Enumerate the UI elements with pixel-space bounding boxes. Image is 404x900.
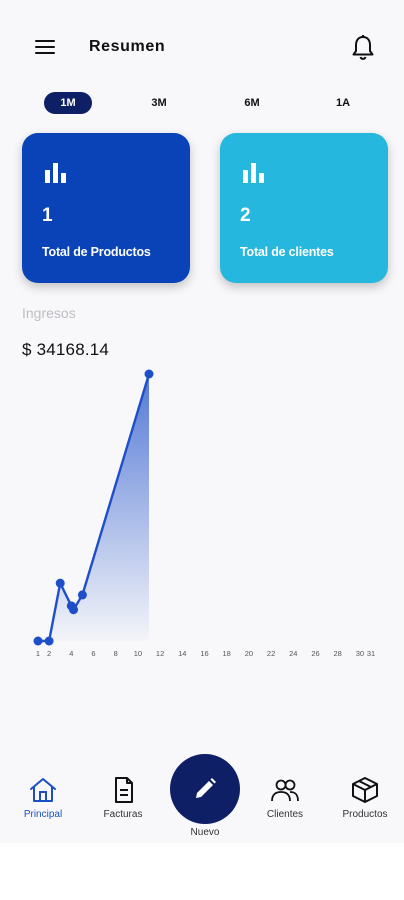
people-icon — [271, 779, 299, 802]
x-tick-label: 12 — [156, 649, 164, 658]
total-products-card[interactable]: 1 Total de Productos — [22, 133, 190, 283]
x-tick-label: 8 — [114, 649, 118, 658]
x-tick-label: 28 — [334, 649, 342, 658]
x-tick-label: 16 — [200, 649, 208, 658]
data-point[interactable] — [144, 369, 154, 379]
bottom-navigation: Principal Facturas Nuevo Clientes Produc… — [0, 754, 404, 843]
data-point[interactable] — [55, 578, 65, 588]
bar-chart-icon — [45, 163, 66, 183]
x-tick-label: 20 — [245, 649, 253, 658]
x-tick-label: 26 — [311, 649, 319, 658]
income-label: Ingresos — [22, 305, 76, 321]
page-title: Resumen — [89, 38, 166, 55]
top-app-bar: Resumen — [0, 26, 404, 68]
period-6m-chip[interactable]: 6M — [228, 92, 276, 114]
new-fab-button[interactable] — [170, 754, 240, 824]
x-tick-label: 18 — [223, 649, 231, 658]
app-screen: Resumen 1M 3M 6M 1A 1 Total de Productos — [0, 0, 404, 843]
x-tick-label: 1 — [36, 649, 40, 658]
pencil-icon — [196, 778, 216, 798]
x-tick-label: 24 — [289, 649, 297, 658]
total-products-value: 1 — [42, 205, 53, 226]
nav-principal-label: Principal — [23, 809, 63, 820]
x-tick-label: 4 — [69, 649, 73, 658]
income-area-fill — [38, 374, 149, 641]
data-point[interactable] — [33, 636, 43, 646]
invoice-icon — [115, 777, 133, 803]
total-clients-label: Total de clientes — [240, 245, 334, 259]
nav-principal[interactable]: Principal — [8, 776, 78, 820]
nav-clientes[interactable]: Clientes — [250, 776, 320, 820]
period-selector: 1M 3M 6M 1A — [0, 92, 404, 114]
period-3m-chip[interactable]: 3M — [135, 92, 183, 114]
home-icon — [30, 778, 56, 802]
total-products-label: Total de Productos — [42, 245, 151, 259]
x-tick-label: 6 — [91, 649, 95, 658]
bell-icon[interactable] — [350, 34, 376, 62]
x-tick-label: 2 — [47, 649, 51, 658]
box-icon — [352, 777, 378, 803]
period-1a-chip[interactable]: 1A — [319, 92, 367, 114]
nav-nuevo-label: Nuevo — [190, 827, 220, 838]
x-tick-label: 31 — [367, 649, 375, 658]
nav-productos-label: Productos — [342, 809, 388, 820]
data-point[interactable] — [69, 605, 79, 615]
nav-clientes-label: Clientes — [266, 809, 304, 820]
x-tick-label: 14 — [178, 649, 186, 658]
income-area-chart: 1 2 4 6 8 10 12 14 16 18 20 22 24 26 28 30 31 — [33, 369, 375, 658]
bar-chart-icon — [243, 163, 264, 183]
nav-productos[interactable]: Productos — [330, 776, 400, 820]
hamburger-menu-icon[interactable] — [34, 38, 58, 56]
total-clients-card[interactable]: 2 Total de clientes — [220, 133, 388, 283]
x-tick-label: 22 — [267, 649, 275, 658]
x-tick-label: 10 — [134, 649, 142, 658]
income-value: $ 34168.14 — [22, 340, 110, 359]
nav-facturas[interactable]: Facturas — [88, 776, 158, 820]
data-point[interactable] — [44, 636, 54, 646]
x-tick-label: 30 — [356, 649, 364, 658]
total-clients-value: 2 — [240, 205, 251, 226]
period-1m-chip[interactable]: 1M — [44, 92, 92, 114]
nav-facturas-label: Facturas — [103, 809, 143, 820]
data-point[interactable] — [77, 590, 87, 600]
